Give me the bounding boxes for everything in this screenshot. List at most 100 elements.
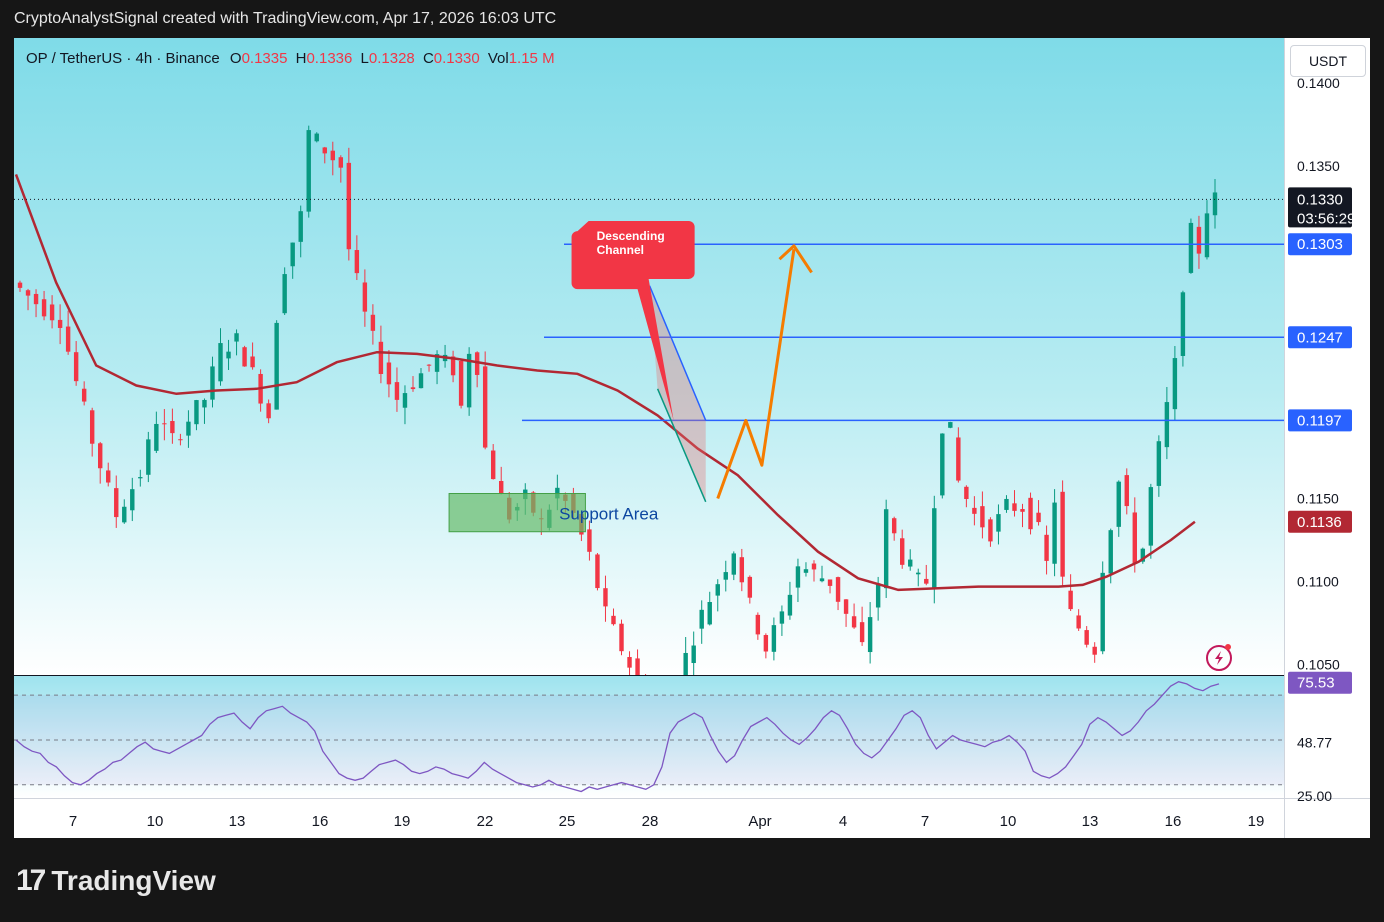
time-tick-label: 19 — [394, 813, 411, 830]
candle-body — [49, 304, 55, 321]
rsi-tick-label: 25.00 — [1297, 788, 1332, 804]
time-tick-label: 16 — [312, 813, 329, 830]
symbol-legend[interactable]: OP / TetherUS · 4h · Binance O0.1335 H0.… — [26, 50, 555, 67]
candle-body — [611, 615, 616, 625]
candle-body — [242, 347, 247, 367]
time-tick-label: 13 — [229, 813, 246, 830]
candle-body — [499, 480, 504, 494]
candle-body — [875, 583, 881, 608]
time-tick-label: 28 — [642, 813, 659, 830]
time-tick-label: 4 — [839, 813, 847, 830]
candle-body — [755, 614, 761, 635]
price-tick-label: 0.1400 — [1297, 75, 1340, 91]
tradingview-logo[interactable]: 17 TradingView — [16, 864, 216, 898]
candle-body — [1044, 534, 1049, 561]
candle-body — [1108, 530, 1113, 574]
candle-body — [154, 423, 159, 451]
price-label-text: 0.1330 — [1297, 191, 1343, 208]
currency-button[interactable]: USDT — [1290, 45, 1366, 77]
candle-body — [715, 584, 720, 596]
candle-body — [1204, 213, 1210, 258]
candle-body — [1156, 441, 1162, 486]
candle-body — [948, 422, 953, 428]
candle-body — [138, 477, 143, 479]
candle-body — [1212, 192, 1218, 216]
candle-body — [130, 489, 135, 511]
candle-body — [41, 299, 47, 317]
candle-body — [859, 622, 865, 643]
candle-body — [1164, 402, 1170, 448]
candle-body — [218, 343, 223, 382]
candle-body — [1124, 475, 1129, 507]
time-tick-label: 13 — [1082, 813, 1099, 830]
candle-body — [89, 410, 95, 444]
chart-caption: CryptoAnalystSignal created with Trading… — [14, 10, 557, 27]
candle-body — [603, 588, 608, 607]
candle-body — [146, 439, 151, 475]
high-value: 0.1336 — [306, 50, 353, 67]
candle-body — [707, 602, 712, 625]
candle-body — [17, 282, 23, 288]
price-label-text: 0.1303 — [1297, 236, 1343, 253]
candle-body — [250, 356, 255, 368]
price-label-text: 0.1197 — [1297, 412, 1342, 429]
candle-body — [827, 579, 833, 586]
candle-body — [1148, 487, 1154, 546]
descending-channel-label: Descending — [597, 229, 665, 243]
candle-body — [186, 421, 191, 436]
candle-body — [290, 242, 295, 267]
close-label: C — [422, 50, 434, 67]
candle-body — [1084, 630, 1089, 645]
candle-body — [1052, 502, 1057, 564]
candle-body — [996, 514, 1001, 532]
candle-body — [394, 382, 400, 400]
candle-body — [595, 554, 600, 589]
candle-body — [1004, 498, 1009, 510]
candle-body — [322, 147, 327, 154]
candle-body — [691, 645, 696, 664]
candle-body — [1076, 615, 1081, 629]
candle-body — [1132, 512, 1137, 564]
candle-body — [619, 623, 624, 652]
candle-body — [114, 488, 119, 518]
candle-body — [33, 293, 39, 305]
candle-body — [178, 439, 183, 441]
price-tick-label: 0.1150 — [1297, 490, 1339, 506]
volume-label: Vol — [487, 50, 509, 67]
candle-body — [490, 450, 496, 480]
chart-canvas[interactable]: Support Area DescendingChannel 0.1400 0.13… — [14, 38, 1370, 838]
candle-body — [73, 352, 79, 382]
price-tick-label: 0.1050 — [1297, 657, 1340, 673]
descending-channel-label: Channel — [597, 243, 644, 257]
main-pane-background — [14, 38, 1284, 675]
candle-body — [723, 572, 728, 580]
candle-body — [1060, 491, 1065, 577]
candle-body — [1068, 590, 1073, 610]
open-label: O — [229, 50, 242, 67]
candle-body — [402, 393, 408, 408]
candle-body — [747, 576, 753, 598]
candle-body — [314, 133, 319, 142]
time-tick-label: 19 — [1248, 813, 1265, 830]
rsi-tick-label: 48.77 — [1297, 735, 1332, 751]
candle-body — [426, 364, 432, 366]
candle-body — [81, 388, 87, 402]
candle-body — [908, 559, 913, 567]
candle-body — [378, 341, 384, 375]
candle-body — [106, 470, 111, 483]
candle-body — [330, 150, 335, 161]
candle-body — [25, 290, 31, 296]
candle-body — [803, 569, 809, 573]
candle-body — [170, 421, 175, 434]
candle-body — [900, 538, 905, 565]
candle-body — [234, 333, 239, 342]
candle-body — [932, 508, 937, 589]
candle-body — [787, 594, 793, 616]
time-tick-label: 16 — [1165, 813, 1182, 830]
candle-body — [956, 437, 961, 481]
candle-body — [57, 319, 63, 328]
candle-body — [346, 162, 352, 250]
candle-body — [1180, 292, 1186, 356]
candle-body — [972, 507, 977, 514]
price-labels-group: 0.1330 03:56:29 0.1303 0.1247 0.1197 0.1136 75… — [1288, 187, 1355, 694]
